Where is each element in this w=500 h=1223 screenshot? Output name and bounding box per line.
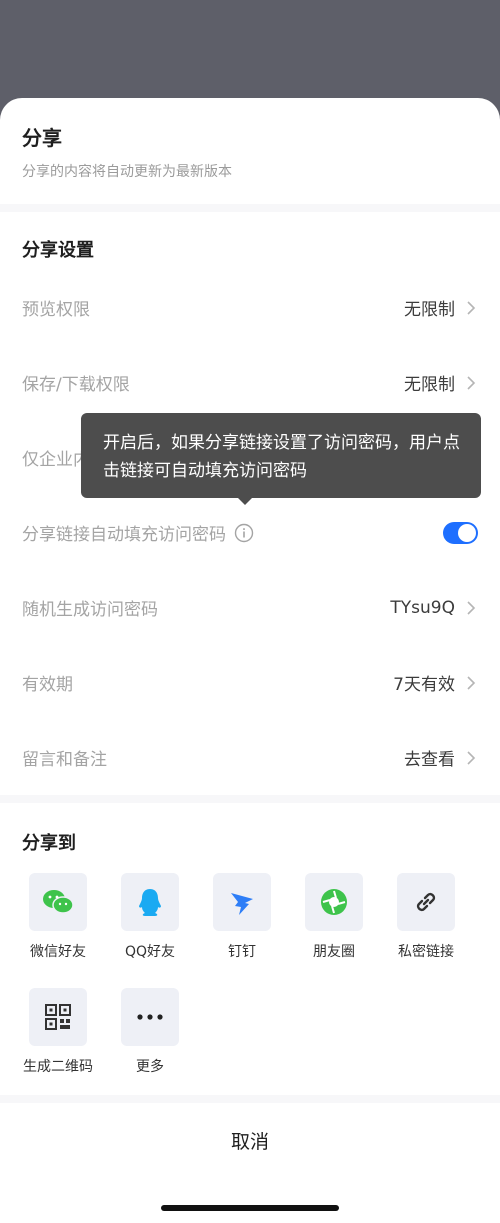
save-download-permission-row[interactable]: 保存/下载权限 无限制 (0, 345, 500, 420)
share-wechat-button[interactable]: 微信好友 (12, 873, 104, 988)
tooltip-arrow (236, 496, 254, 505)
share-moments-button[interactable]: 朋友圈 (288, 873, 380, 988)
share-sheet: 分享 分享的内容将自动更新为最新版本 分享设置 预览权限 无限制 保存/下载权限… (0, 98, 500, 1223)
save-download-permission-label: 保存/下载权限 (22, 375, 130, 395)
share-private-link-button[interactable]: 私密链接 (380, 873, 472, 988)
toggle-knob (458, 523, 476, 542)
qrcode-icon (45, 1004, 71, 1030)
preview-permission-label: 预览权限 (22, 300, 90, 320)
share-qq-button[interactable]: QQ好友 (104, 873, 196, 988)
chevron-right-icon (467, 375, 476, 390)
auto-fill-password-row: 分享链接自动填充访问密码 (0, 495, 500, 570)
share-private-link-label: 私密链接 (398, 944, 454, 960)
share-dingtalk-button[interactable]: 钉钉 (196, 873, 288, 988)
section-divider (0, 204, 500, 212)
info-icon[interactable] (234, 523, 254, 543)
section-divider (0, 1095, 500, 1103)
validity-row[interactable]: 有效期 7天有效 (0, 645, 500, 720)
auto-fill-password-toggle[interactable] (443, 521, 478, 544)
preview-permission-value: 无限制 (404, 300, 455, 320)
chevron-right-icon (467, 600, 476, 615)
share-qq-label: QQ好友 (124, 944, 176, 960)
chevron-right-icon (467, 675, 476, 690)
chevron-right-icon (467, 300, 476, 315)
more-icon (137, 1014, 163, 1020)
cancel-button[interactable]: 取消 (0, 1103, 500, 1177)
link-icon (416, 892, 436, 912)
validity-value: 7天有效 (393, 675, 455, 695)
enterprise-only-label: 仅企业内 (22, 450, 90, 470)
moments-icon (321, 889, 347, 915)
auto-fill-tooltip: 开启后，如果分享链接设置了访问密码，用户点击链接可自动填充访问密码 (81, 413, 481, 498)
sheet-subtitle: 分享的内容将自动更新为最新版本 (22, 164, 232, 180)
random-password-row[interactable]: 随机生成访问密码 TYsu9Q (0, 570, 500, 645)
share-qrcode-label: 生成二维码 (23, 1059, 93, 1075)
share-more-button[interactable]: 更多 (104, 988, 196, 1103)
cancel-area: 取消 (0, 1095, 500, 1223)
section-divider (0, 795, 500, 803)
share-wechat-label: 微信好友 (30, 944, 86, 960)
share-settings-title: 分享设置 (22, 240, 94, 261)
dingtalk-icon (231, 893, 253, 915)
comments-row[interactable]: 留言和备注 去查看 (0, 720, 500, 795)
random-password-label: 随机生成访问密码 (22, 600, 158, 620)
sheet-title: 分享 (22, 126, 62, 150)
share-more-label: 更多 (136, 1059, 164, 1075)
save-download-permission-value: 无限制 (404, 375, 455, 395)
share-qrcode-button[interactable]: 生成二维码 (12, 988, 104, 1103)
auto-fill-password-label: 分享链接自动填充访问密码 (22, 525, 226, 545)
wechat-icon (43, 890, 74, 914)
share-header: 分享 分享的内容将自动更新为最新版本 (0, 98, 500, 204)
validity-label: 有效期 (22, 675, 73, 695)
chevron-right-icon (467, 750, 476, 765)
comments-value: 去查看 (404, 750, 455, 770)
random-password-value: TYsu9Q (390, 597, 455, 618)
share-dingtalk-label: 钉钉 (228, 944, 256, 960)
preview-permission-row[interactable]: 预览权限 无限制 (0, 270, 500, 345)
share-targets-grid: 微信好友 QQ好友 钉钉 朋友圈 私密链接 生成二维码 更多 (0, 873, 500, 1103)
share-moments-label: 朋友圈 (313, 944, 355, 960)
qq-icon (139, 889, 161, 916)
share-to-title: 分享到 (22, 833, 76, 854)
comments-label: 留言和备注 (22, 750, 107, 770)
home-indicator[interactable] (161, 1205, 339, 1211)
